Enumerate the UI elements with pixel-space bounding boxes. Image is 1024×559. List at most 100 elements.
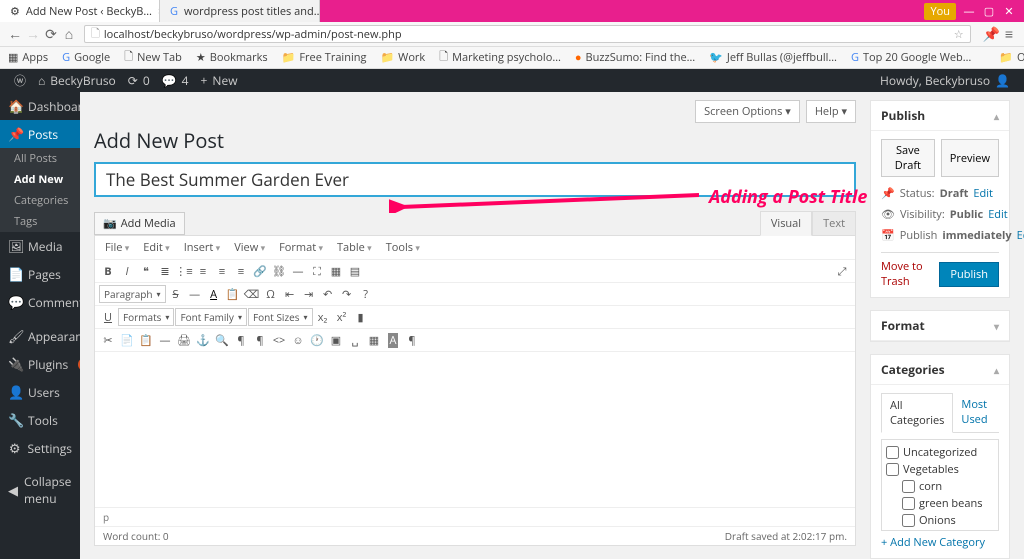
help-button[interactable]: Help ▾	[806, 100, 856, 123]
bookmark-item[interactable]: 📁 Free Training	[282, 50, 367, 65]
datetime-icon[interactable]: 🕐	[308, 331, 326, 349]
toolbar-toggle-icon[interactable]: ▤	[346, 262, 364, 280]
sidebar-item-tools[interactable]: 🔧Tools	[0, 406, 80, 434]
menu-view[interactable]: View	[228, 238, 271, 257]
site-link[interactable]: ⌂ BeckyBruso	[32, 72, 122, 89]
updates-link[interactable]: ⟳ 0	[122, 72, 156, 89]
add-media-button[interactable]: 📷Add Media	[94, 212, 185, 235]
distraction-free-icon[interactable]: ⤢	[833, 262, 851, 280]
save-draft-button[interactable]: Save Draft	[881, 139, 935, 177]
nbsp-icon[interactable]: ␣	[346, 331, 364, 349]
publish-button[interactable]: Publish	[939, 262, 999, 287]
visualchars-icon[interactable]: ¶	[403, 331, 421, 349]
bookmark-item[interactable]: 🐦 Jeff Bullas (@jeffbull…	[709, 50, 837, 65]
apps-icon[interactable]: ▦ Apps	[8, 50, 48, 65]
sidebar-item-plugins[interactable]: 🔌Plugins1	[0, 350, 80, 378]
collapse-menu[interactable]: ◀Collapse menu	[0, 468, 80, 512]
publish-box-header[interactable]: Publish▴	[871, 101, 1009, 131]
code-icon[interactable]: <>	[270, 331, 288, 349]
category-item[interactable]: Peppers	[886, 529, 994, 531]
howdy-link[interactable]: Howdy, Beckybruso 👤	[874, 72, 1016, 89]
cat-tab-all[interactable]: All Categories	[881, 393, 953, 433]
add-category-link[interactable]: + Add New Category	[881, 535, 999, 550]
sidebar-item-media[interactable]: 🖼Media	[0, 232, 80, 260]
back-icon[interactable]: ←	[6, 25, 24, 44]
color-icon[interactable]: A	[205, 285, 223, 303]
user-badge[interactable]: You	[924, 3, 956, 20]
sup-icon[interactable]: x²	[333, 308, 351, 326]
rtl-icon[interactable]: ¶	[251, 331, 269, 349]
menu-icon[interactable]: ≡	[1000, 25, 1018, 44]
category-checkbox[interactable]	[902, 480, 915, 493]
maximize-icon[interactable]: ▢	[982, 4, 996, 19]
editor-body[interactable]	[95, 352, 855, 507]
category-item[interactable]: green beans	[886, 495, 994, 512]
other-bookmarks[interactable]: 📁 Other bookmarks	[999, 50, 1024, 65]
reload-icon[interactable]: ⟳	[42, 25, 60, 44]
format-box-header[interactable]: Format▾	[871, 311, 1009, 341]
undo-icon[interactable]: ↶	[319, 285, 337, 303]
print-icon[interactable]: 🖨	[175, 331, 193, 349]
ol-icon[interactable]: ⋮≡	[175, 262, 193, 280]
paste-icon[interactable]: 📋	[137, 331, 155, 349]
blockquote-icon[interactable]: ❝	[137, 262, 155, 280]
search-icon[interactable]: 🔍	[213, 331, 231, 349]
align-right-icon[interactable]: ≡	[232, 262, 250, 280]
sidebar-item-posts[interactable]: 📌Posts	[0, 120, 80, 148]
menu-tools[interactable]: Tools	[380, 238, 426, 257]
outdent-icon[interactable]: ⇤	[281, 285, 299, 303]
bookmark-item[interactable]: 📁 Work	[380, 50, 425, 65]
sidebar-sub-add-new[interactable]: Add New	[0, 169, 80, 190]
menu-format[interactable]: Format	[273, 238, 329, 257]
pinterest-icon[interactable]: 📌	[983, 25, 1000, 44]
menu-insert[interactable]: Insert	[178, 238, 227, 257]
url-input[interactable]: 🗋localhost/beckybruso/wordpress/wp-admin…	[84, 25, 971, 43]
bookmark-item[interactable]: 🗋 New Tab	[124, 48, 182, 67]
text-tab[interactable]: Text	[812, 211, 856, 236]
unlink-icon[interactable]: ⛓	[270, 262, 288, 280]
visual-tab[interactable]: Visual	[760, 211, 812, 236]
help-icon[interactable]: ?	[357, 285, 375, 303]
bookmark-item[interactable]: 🗋 Marketing psycholo…	[439, 48, 561, 67]
menu-table[interactable]: Table	[331, 238, 378, 257]
more-icon[interactable]: —	[289, 262, 307, 280]
cut-icon[interactable]: ✂	[99, 331, 117, 349]
sidebar-item-comments[interactable]: 💬Comments	[0, 288, 80, 316]
category-item[interactable]: Vegetables	[886, 461, 994, 478]
sidebar-item-dashboard[interactable]: 🏠Dashboard	[0, 92, 80, 120]
sidebar-item-settings[interactable]: ⚙Settings	[0, 434, 80, 462]
category-checkbox[interactable]	[902, 514, 915, 527]
underline-icon[interactable]: U	[99, 308, 117, 326]
edit-status-link[interactable]: Edit	[973, 186, 993, 201]
copy-icon[interactable]: 📄	[118, 331, 136, 349]
font-family-select[interactable]: Font Family	[175, 308, 247, 326]
clear-format-icon[interactable]: ⌫	[243, 285, 261, 303]
bookmark-item[interactable]: G Google	[62, 50, 110, 65]
font-sizes-select[interactable]: Font Sizes	[248, 308, 313, 326]
sidebar-sub-all-posts[interactable]: All Posts	[0, 148, 80, 169]
indent-icon[interactable]: ⇥	[300, 285, 318, 303]
sidebar-sub-tags[interactable]: Tags	[0, 211, 80, 232]
media-icon[interactable]: ▣	[327, 331, 345, 349]
hr2-icon[interactable]: —	[156, 331, 174, 349]
comments-link[interactable]: 💬 4	[156, 72, 195, 89]
wp-logo-icon[interactable]: ⓦ	[8, 72, 32, 89]
category-item[interactable]: Onions	[886, 512, 994, 529]
category-item[interactable]: corn	[886, 478, 994, 495]
move-to-trash-link[interactable]: Move to Trash	[881, 259, 939, 289]
close-window-icon[interactable]: ✕	[1002, 4, 1016, 19]
menu-edit[interactable]: Edit	[137, 238, 175, 257]
formats-select[interactable]: Formats	[118, 308, 174, 326]
align-center-icon[interactable]: ≡	[213, 262, 231, 280]
bookmark-item[interactable]: G Top 20 Google Web…	[851, 50, 971, 65]
charmap-icon[interactable]: Ω	[262, 285, 280, 303]
italic-icon[interactable]: I	[118, 262, 136, 280]
screen-options-button[interactable]: Screen Options ▾	[695, 100, 800, 123]
new-link[interactable]: + New	[195, 72, 244, 89]
bookmark-item[interactable]: ● BuzzSumo: Find the…	[575, 50, 695, 65]
fullscreen-icon[interactable]: ⛶	[308, 262, 326, 280]
post-title-input[interactable]	[94, 162, 856, 197]
strike-icon[interactable]: S	[167, 285, 185, 303]
sidebar-item-pages[interactable]: 📄Pages	[0, 260, 80, 288]
sidebar-sub-categories[interactable]: Categories	[0, 190, 80, 211]
